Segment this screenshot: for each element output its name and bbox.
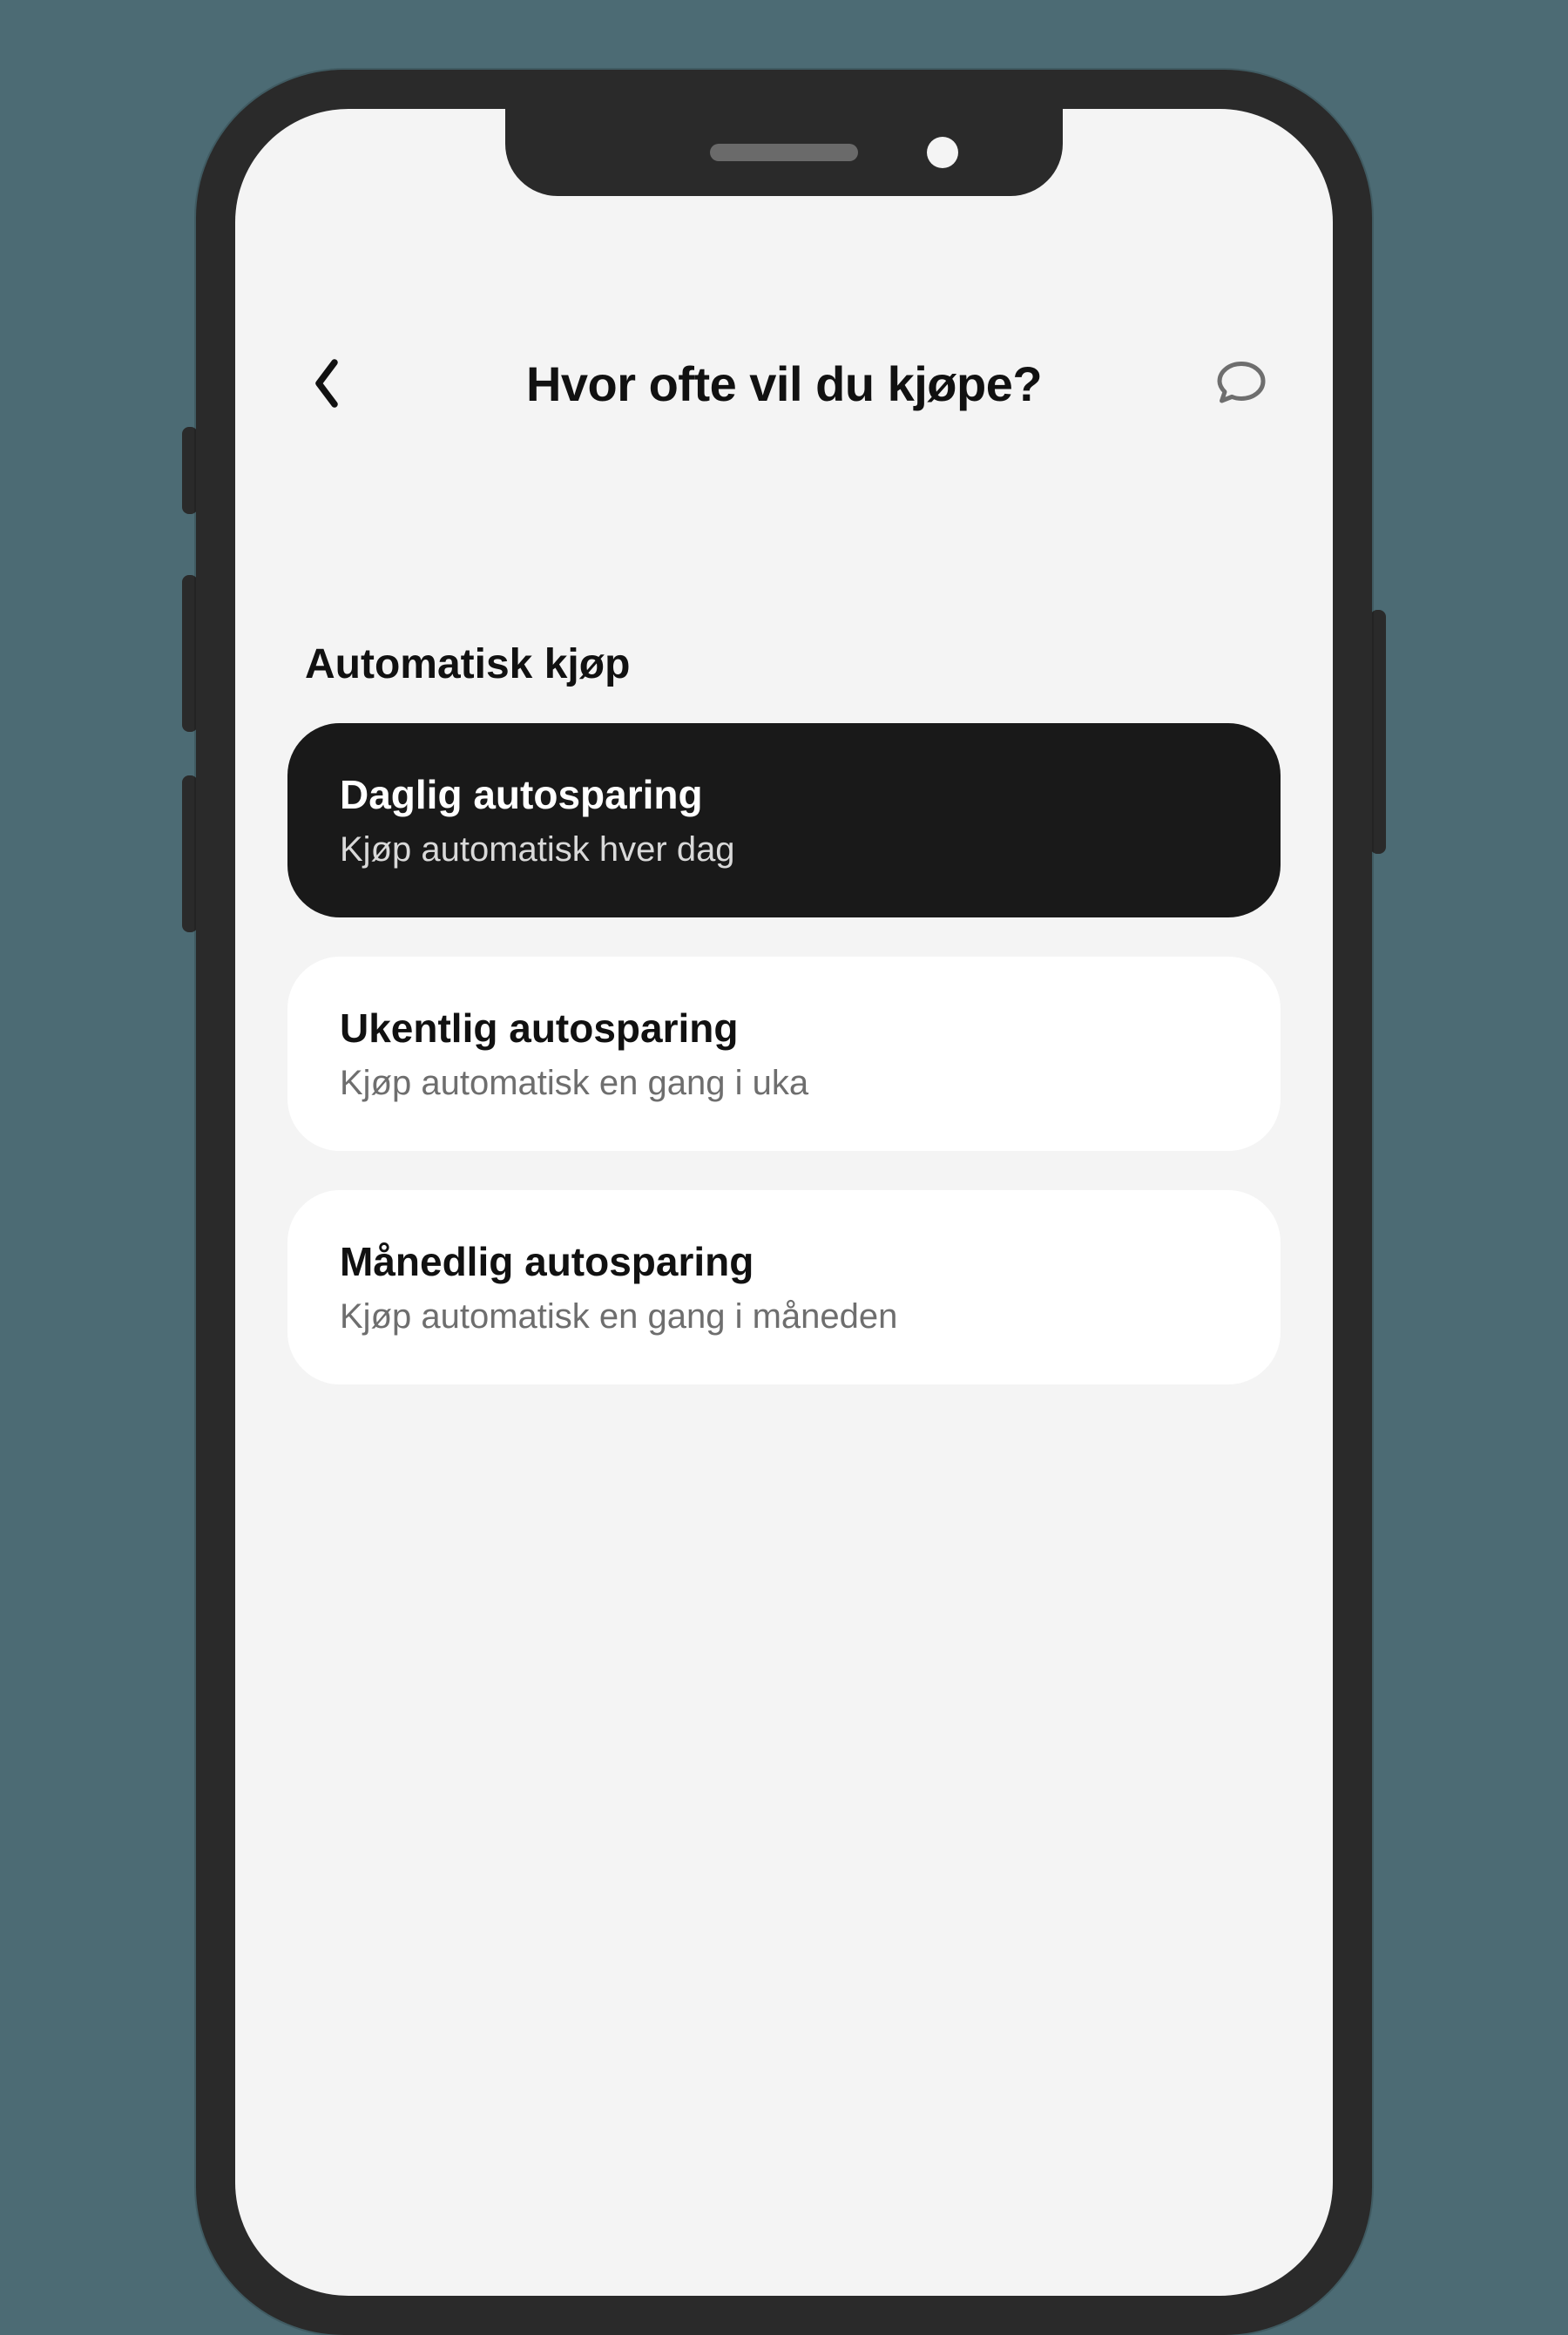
option-title: Daglig autosparing xyxy=(340,771,1228,818)
app-header: Hvor ofte vil du kjøpe? xyxy=(287,353,1281,414)
section-title: Automatisk kjøp xyxy=(287,640,1281,688)
phone-notch xyxy=(505,109,1063,196)
option-monthly[interactable]: Månedlig autosparing Kjøp automatisk en … xyxy=(287,1190,1281,1384)
chat-button[interactable] xyxy=(1211,353,1272,414)
phone-speaker xyxy=(710,144,858,161)
option-title: Ukentlig autosparing xyxy=(340,1005,1228,1052)
option-title: Månedlig autosparing xyxy=(340,1238,1228,1285)
phone-camera xyxy=(927,137,958,168)
speech-bubble-icon xyxy=(1215,357,1267,409)
app-content: Hvor ofte vil du kjøpe? Automatisk kjøp … xyxy=(235,109,1333,1384)
option-daily[interactable]: Daglig autosparing Kjøp automatisk hver … xyxy=(287,723,1281,917)
page-title: Hvor ofte vil du kjøpe? xyxy=(526,355,1042,412)
chevron-left-icon xyxy=(309,357,344,409)
option-subtitle: Kjøp automatisk hver dag xyxy=(340,830,1228,870)
back-button[interactable] xyxy=(296,353,357,414)
phone-power-button xyxy=(1370,610,1386,854)
option-subtitle: Kjøp automatisk en gang i måneden xyxy=(340,1297,1228,1337)
phone-mockup: Hvor ofte vil du kjøpe? Automatisk kjøp … xyxy=(196,70,1372,2335)
phone-screen: Hvor ofte vil du kjøpe? Automatisk kjøp … xyxy=(235,109,1333,2296)
option-subtitle: Kjøp automatisk en gang i uka xyxy=(340,1064,1228,1103)
phone-frame: Hvor ofte vil du kjøpe? Automatisk kjøp … xyxy=(196,70,1372,2335)
option-weekly[interactable]: Ukentlig autosparing Kjøp automatisk en … xyxy=(287,957,1281,1151)
